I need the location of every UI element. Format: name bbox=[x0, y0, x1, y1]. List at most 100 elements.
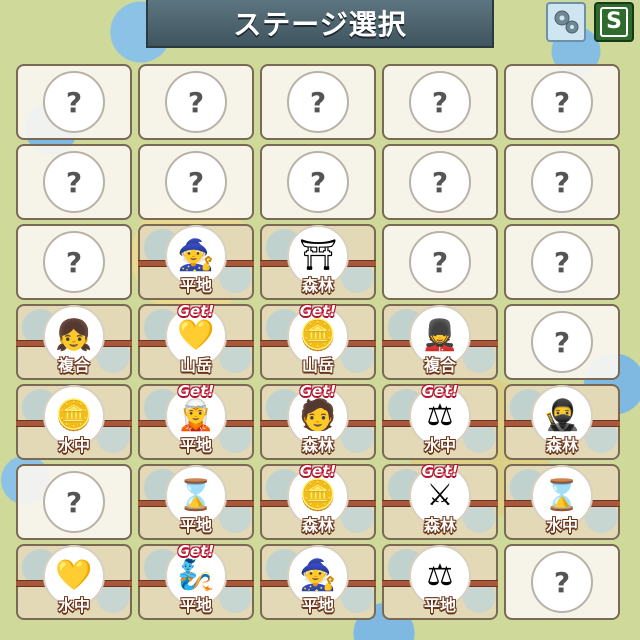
locked-stage-circle: ? bbox=[409, 71, 471, 133]
question-mark-icon: ? bbox=[553, 325, 571, 359]
question-mark-icon: ? bbox=[553, 165, 571, 199]
get-badge: Get! bbox=[299, 382, 337, 400]
stage-tile[interactable]: 💛 Get! 山岳 bbox=[138, 302, 254, 380]
stage-tile-locked[interactable]: ? bbox=[260, 144, 376, 220]
locked-stage-circle: ? bbox=[531, 311, 593, 373]
stage-tile[interactable]: ⚖ Get! 水中 bbox=[382, 382, 498, 460]
get-badge: Get! bbox=[177, 302, 215, 320]
terrain-label: 平地 bbox=[179, 436, 212, 455]
stage-tile-locked[interactable]: ? bbox=[504, 544, 620, 620]
terrain-label: 森林 bbox=[301, 516, 334, 535]
locked-stage-circle: ? bbox=[409, 231, 471, 293]
question-mark-icon: ? bbox=[187, 85, 205, 119]
staff-girl-character-icon: 👧 bbox=[55, 318, 93, 354]
witch-character-icon: 🧙 bbox=[299, 558, 337, 594]
terrain-label: 平地 bbox=[179, 276, 212, 295]
locked-stage-circle: ? bbox=[43, 471, 105, 533]
locked-stage-circle: ? bbox=[531, 71, 593, 133]
scythe-warrior-character-icon: 🥷 bbox=[543, 398, 581, 434]
stage-tile[interactable]: ⚖ 平地 bbox=[382, 544, 498, 620]
stage-tile-locked[interactable]: ? bbox=[504, 144, 620, 220]
stage-tile-locked[interactable]: ? bbox=[382, 64, 498, 140]
locked-stage-circle: ? bbox=[287, 151, 349, 213]
terrain-label: 平地 bbox=[179, 516, 212, 535]
stage-tile-locked[interactable]: ? bbox=[382, 144, 498, 220]
settings-button[interactable] bbox=[546, 2, 586, 42]
gear-icon bbox=[554, 10, 579, 34]
stage-tile-locked[interactable]: ? bbox=[260, 64, 376, 140]
terrain-label: 平地 bbox=[423, 596, 456, 615]
terrain-label: 森林 bbox=[423, 516, 456, 535]
locked-stage-circle: ? bbox=[531, 151, 593, 213]
stage-tile[interactable]: ⚔ Get! 森林 bbox=[382, 462, 498, 540]
question-mark-icon: ? bbox=[309, 165, 327, 199]
question-mark-icon: ? bbox=[65, 485, 83, 519]
get-badge: Get! bbox=[177, 542, 215, 560]
stage-tile-locked[interactable]: ? bbox=[504, 64, 620, 140]
stage-tile-locked[interactable]: ? bbox=[504, 304, 620, 380]
stage-tile-locked[interactable]: ? bbox=[382, 224, 498, 300]
gold-scales-icon: ⚖ bbox=[426, 558, 454, 594]
stage-tile[interactable]: 🧝 Get! 平地 bbox=[138, 382, 254, 460]
stage-tile[interactable]: 🪙 Get! 山岳 bbox=[260, 302, 376, 380]
get-badge: Get! bbox=[299, 462, 337, 480]
stage-tile-locked[interactable]: ? bbox=[504, 224, 620, 300]
terrain-label: 水中 bbox=[423, 436, 456, 455]
locked-stage-circle: ? bbox=[165, 71, 227, 133]
locked-stage-circle: ? bbox=[287, 71, 349, 133]
stage-tile-locked[interactable]: ? bbox=[16, 224, 132, 300]
dark-mage-character-icon: 🧝 bbox=[177, 398, 215, 434]
terrain-label: 山岳 bbox=[179, 356, 212, 375]
gunner-character-icon: 🧑 bbox=[299, 398, 337, 434]
stage-tile[interactable]: 🥷 森林 bbox=[504, 384, 620, 460]
stage-tile[interactable]: 🧑 Get! 森林 bbox=[260, 382, 376, 460]
get-badge: Get! bbox=[177, 382, 215, 400]
terrain-label: 水中 bbox=[545, 516, 578, 535]
gold-gem-icon: 💛 bbox=[177, 318, 215, 354]
stage-tile[interactable]: 👧 複合 bbox=[16, 304, 132, 380]
stage-tile[interactable]: ⛩ 森林 bbox=[260, 224, 376, 300]
stage-tile[interactable]: 🪙 水中 bbox=[16, 384, 132, 460]
terrain-label: 森林 bbox=[301, 436, 334, 455]
knight-character-icon: ⚔ bbox=[426, 478, 454, 514]
mage-character-icon: 🧙 bbox=[177, 238, 215, 274]
stage-tile[interactable]: 🪙 Get! 森林 bbox=[260, 462, 376, 540]
stage-tile[interactable]: 💂 複合 bbox=[382, 304, 498, 380]
question-mark-icon: ? bbox=[65, 85, 83, 119]
shop-button[interactable]: S bbox=[594, 2, 634, 42]
gold-coins-icon: 🪙 bbox=[55, 398, 93, 434]
stage-tile-locked[interactable]: ? bbox=[16, 64, 132, 140]
stage-tile[interactable]: 🧙 平地 bbox=[260, 544, 376, 620]
stage-tile[interactable]: ⌛ 水中 bbox=[504, 464, 620, 540]
locked-stage-circle: ? bbox=[531, 231, 593, 293]
terrain-label: 複合 bbox=[423, 356, 456, 375]
cannon-soldier-character-icon: 💂 bbox=[421, 318, 459, 354]
locked-stage-circle: ? bbox=[43, 231, 105, 293]
locked-stage-circle: ? bbox=[531, 551, 593, 613]
terrain-label: 山岳 bbox=[301, 356, 334, 375]
get-badge: Get! bbox=[421, 462, 459, 480]
locked-stage-circle: ? bbox=[409, 151, 471, 213]
stage-tile[interactable]: 💛 水中 bbox=[16, 544, 132, 620]
gold-scales-icon: ⚖ bbox=[426, 398, 454, 434]
get-badge: Get! bbox=[299, 302, 337, 320]
question-mark-icon: ? bbox=[65, 245, 83, 279]
stage-grid: ??????????? 🧙 平地 ⛩ 森林?? 👧 複合 💛 Get! 山岳 🪙 Get! 山岳 💂 複合?… bbox=[16, 64, 624, 624]
terrain-label: 森林 bbox=[545, 436, 578, 455]
question-mark-icon: ? bbox=[65, 165, 83, 199]
stage-tile-locked[interactable]: ? bbox=[16, 144, 132, 220]
stage-tile[interactable]: 🧙 平地 bbox=[138, 224, 254, 300]
locked-stage-circle: ? bbox=[43, 71, 105, 133]
question-mark-icon: ? bbox=[553, 565, 571, 599]
stage-tile[interactable]: ⌛ 平地 bbox=[138, 464, 254, 540]
stage-tile[interactable]: 🧞 Get! 平地 bbox=[138, 542, 254, 620]
question-mark-icon: ? bbox=[431, 165, 449, 199]
stage-tile-locked[interactable]: ? bbox=[138, 64, 254, 140]
terrain-label: 森林 bbox=[301, 276, 334, 295]
terrain-label: 水中 bbox=[57, 596, 90, 615]
stage-tile-locked[interactable]: ? bbox=[16, 464, 132, 540]
stage-tile-locked[interactable]: ? bbox=[138, 144, 254, 220]
terrain-label: 水中 bbox=[57, 436, 90, 455]
question-mark-icon: ? bbox=[187, 165, 205, 199]
terrain-label: 複合 bbox=[57, 356, 90, 375]
